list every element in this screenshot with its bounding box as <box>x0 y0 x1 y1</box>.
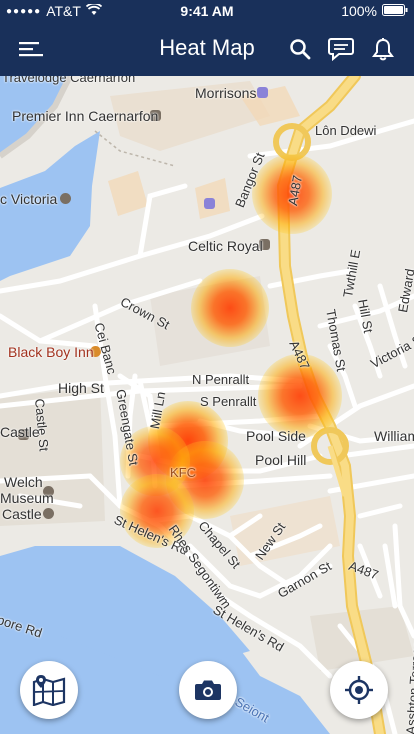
celtic-royal-label: Celtic Royal <box>188 238 263 254</box>
museum-poi-icon <box>60 193 71 204</box>
locate-me-button[interactable] <box>330 661 388 719</box>
travelodge-label: Travelodge Caernarfon <box>2 76 136 85</box>
castle-museum-label: Castle <box>2 506 42 522</box>
castle-poi-icon-2 <box>43 508 54 519</box>
carrier-label: AT&T <box>46 3 81 19</box>
pool-hill-label: Pool Hill <box>255 452 307 468</box>
shopping-poi-icon-2 <box>204 198 215 209</box>
battery-icon <box>382 3 408 19</box>
shopping-poi-icon <box>257 87 268 98</box>
heat-map[interactable]: Travelodge Caernarfon Morrisons Lôn Ddew… <box>0 76 414 734</box>
wifi-icon <box>85 2 103 19</box>
crosshair-icon <box>345 676 373 704</box>
camera-button[interactable] <box>179 661 237 719</box>
battery-label: 100% <box>341 3 377 19</box>
status-right: 100% <box>341 3 408 19</box>
camera-icon <box>195 680 221 700</box>
s-penrallt-label: S Penrallt <box>200 394 257 409</box>
morrisons-label: Morrisons <box>195 85 257 101</box>
search-icon <box>290 39 311 60</box>
notifications-button[interactable] <box>368 34 398 64</box>
map-toggle-button[interactable] <box>20 661 78 719</box>
chat-button[interactable] <box>326 34 356 64</box>
search-button[interactable] <box>285 34 315 64</box>
navigation-bar: Heat Map <box>0 22 414 76</box>
status-left: ●●●●● AT&T <box>6 2 103 19</box>
signal-icon: ●●●●● <box>6 5 42 17</box>
bell-icon <box>372 38 394 61</box>
lon-ddewi-label: Lôn Ddewi <box>315 123 377 138</box>
chat-icon <box>328 38 354 61</box>
museum-label: Museum <box>0 490 54 506</box>
black-boy-inn-label: Black Boy Inn <box>8 344 94 360</box>
kfc-label: KFC <box>170 465 196 480</box>
pool-side-label: Pool Side <box>246 428 306 444</box>
premier-inn-label: Premier Inn Caernarfon <box>12 108 159 124</box>
n-penrallt-label: N Penrallt <box>192 372 250 387</box>
menu-button[interactable] <box>16 34 46 64</box>
status-bar: ●●●●● AT&T 9:41 AM 100% <box>0 0 414 22</box>
menu-icon <box>19 42 43 57</box>
castle-left-label: Castle <box>0 424 40 440</box>
victoria-label: c Victoria <box>0 191 58 207</box>
map-pin-icon <box>32 675 66 706</box>
welch-label: Welch <box>4 474 43 490</box>
high-st-label: High St <box>58 380 104 396</box>
william-label: William <box>374 428 414 444</box>
